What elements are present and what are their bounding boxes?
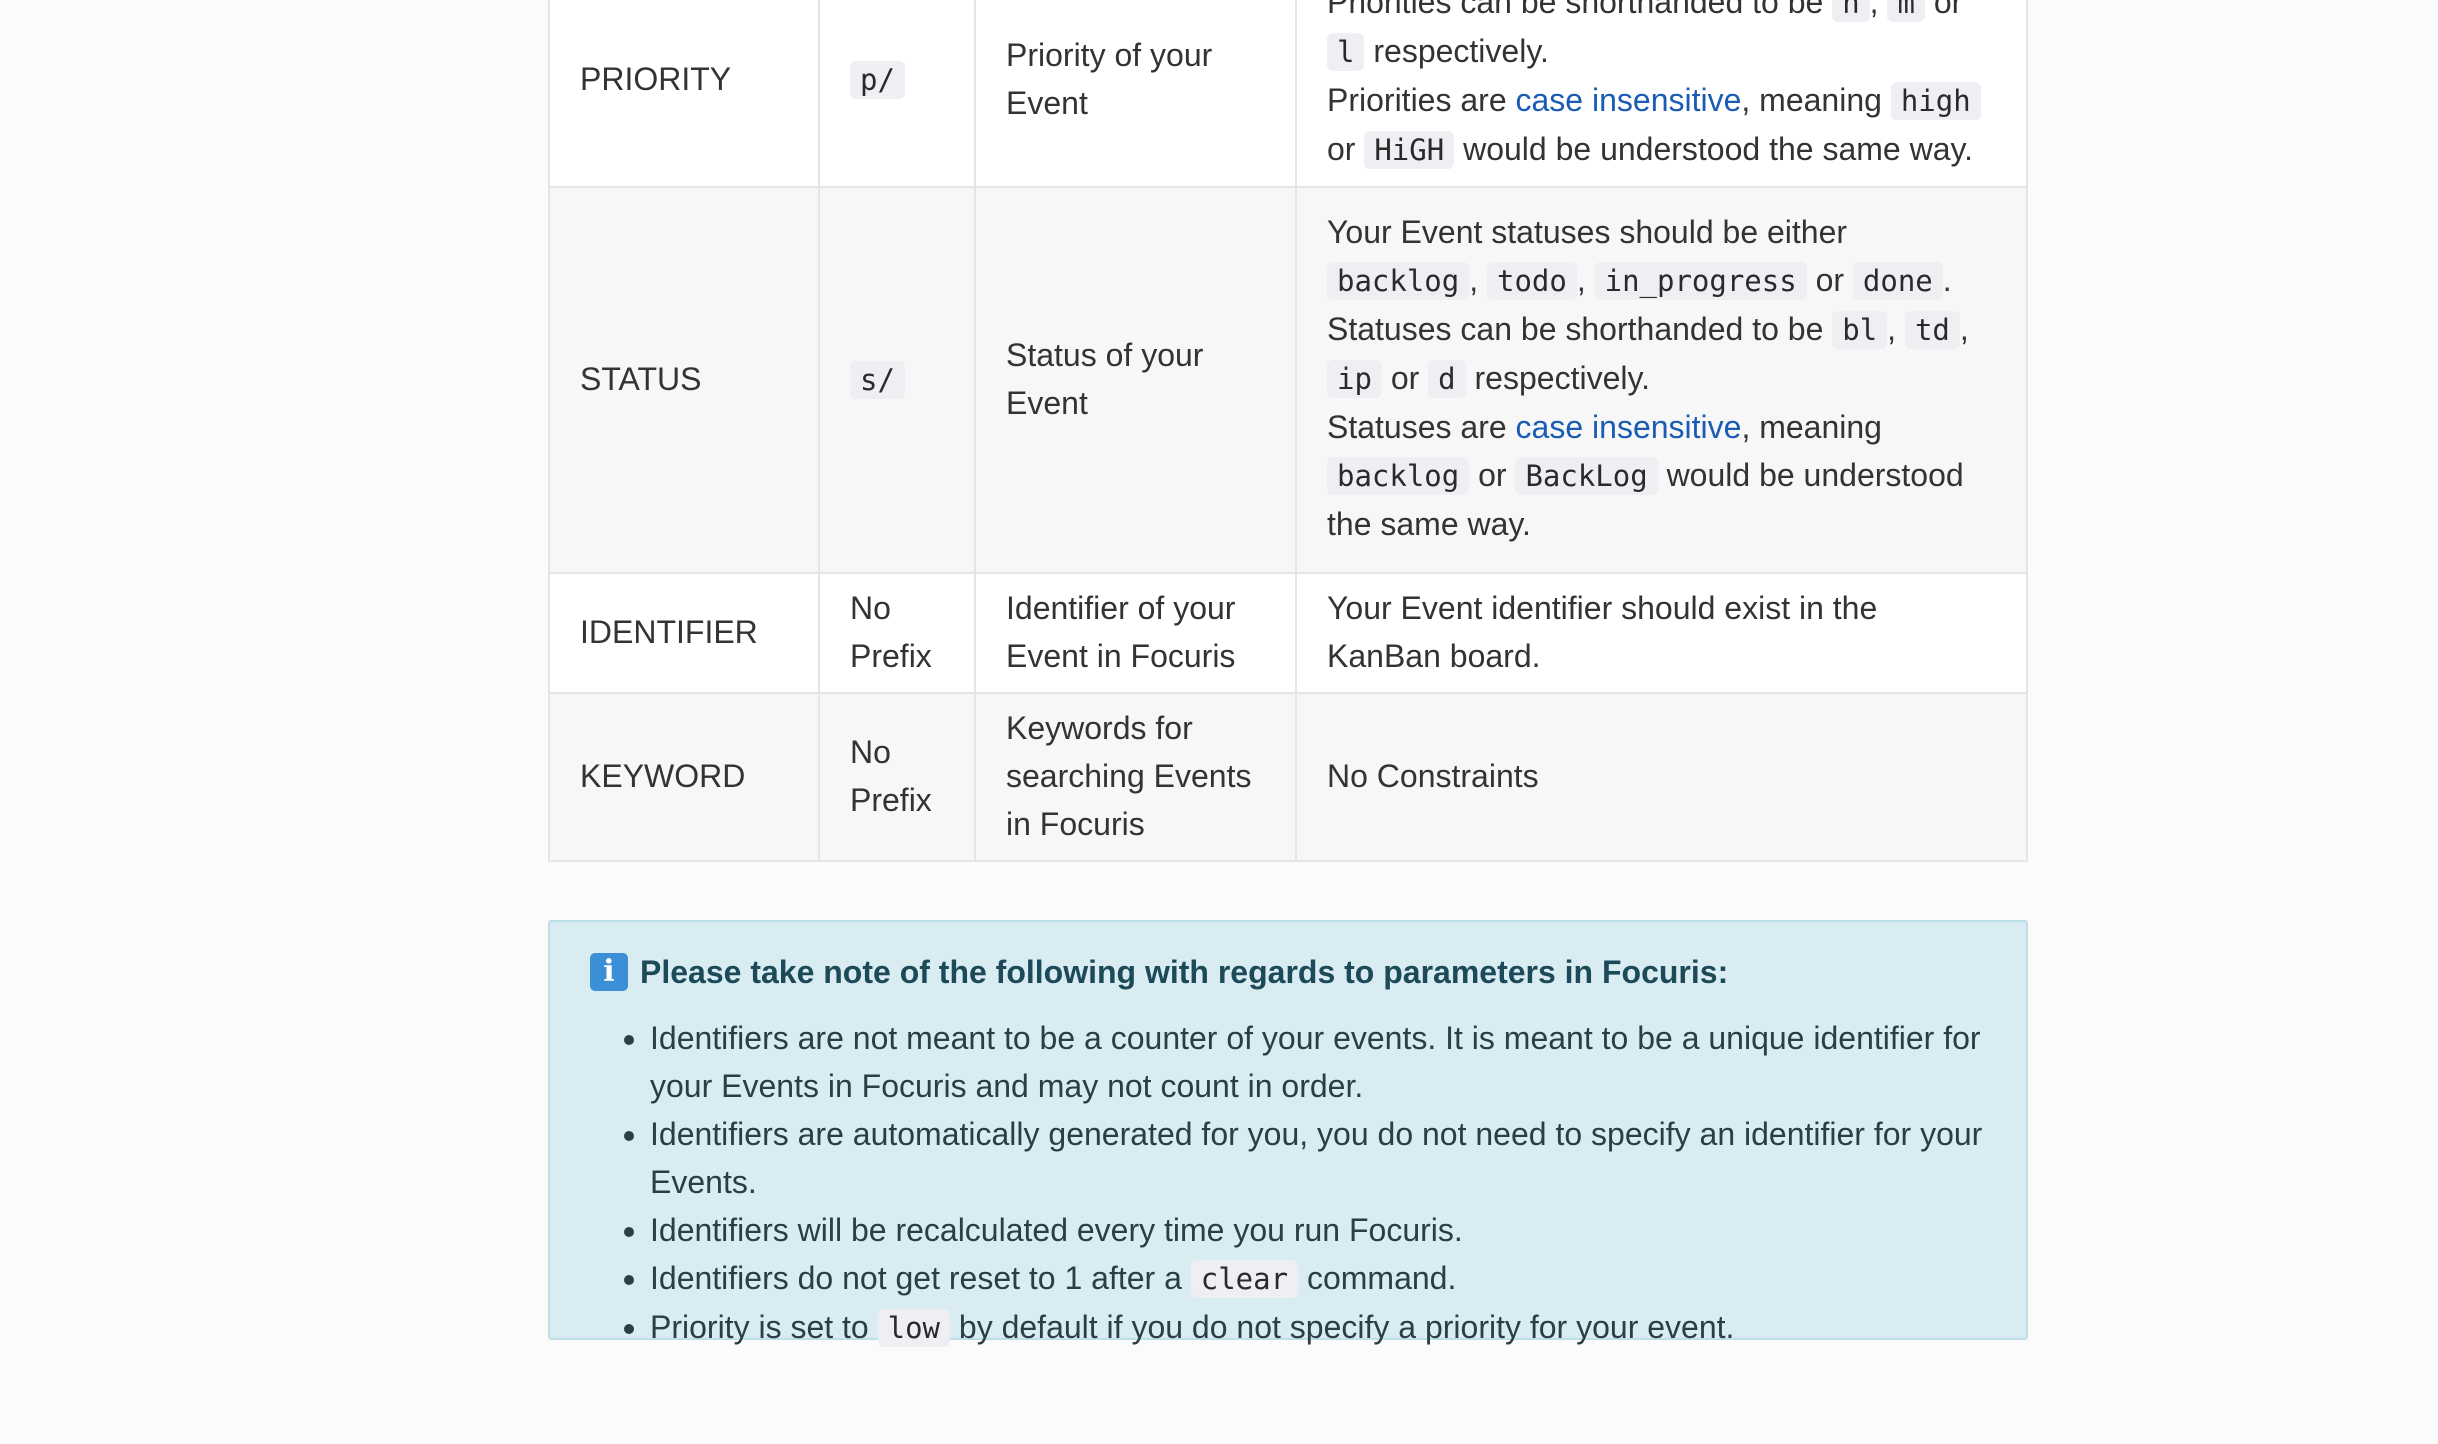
inline-code: todo — [1487, 262, 1577, 300]
parameter-meaning: Identifier of your Event in Focuris — [974, 572, 1297, 694]
inline-code: ip — [1327, 360, 1382, 398]
list-item: Identifiers do not get reset to 1 after … — [650, 1254, 1986, 1303]
constraint-line: Priorities are case insensitive, meaning… — [1327, 76, 1996, 174]
parameter-name: KEYWORD — [548, 692, 820, 862]
table-row-identifier: IDENTIFIER No Prefix Identifier of your … — [548, 572, 2028, 694]
inline-code: done — [1852, 262, 1943, 300]
list-item: Identifiers are not meant to be a counte… — [650, 1014, 1986, 1110]
constraint-line: Priorities can be shorthanded to be h, m… — [1327, 0, 1996, 76]
callout-list: Identifiers are not meant to be a counte… — [590, 1014, 1986, 1352]
parameter-constraints: Your Event statuses should be either bac… — [1295, 186, 2028, 574]
parameter-prefix: p/ — [818, 0, 976, 188]
constraint-text: respectively. — [1364, 33, 1549, 69]
inline-code: BackLog — [1515, 457, 1658, 495]
constraint-text: Statuses can be shorthanded to be — [1327, 311, 1833, 347]
constraint-text: , — [1469, 262, 1487, 298]
parameter-prefix: s/ — [818, 186, 976, 574]
parameter-name: IDENTIFIER — [548, 572, 820, 694]
constraint-text: Statuses are — [1327, 409, 1516, 445]
case-insensitive-link[interactable]: case insensitive — [1516, 82, 1742, 118]
constraint-line: Your Event statuses should be either bac… — [1327, 208, 1996, 305]
prefix-code: s/ — [850, 360, 905, 399]
page-content: PRIORITY p/ Priority of your Event Prior… — [548, 0, 2028, 1347]
parameter-meaning: Status of your Event — [974, 186, 1297, 574]
parameter-name: PRIORITY — [548, 0, 820, 188]
list-item-text: by default if you do not specify a prior… — [950, 1309, 1735, 1345]
table-row-status: STATUS s/ Status of your Event Your Even… — [548, 186, 2028, 574]
inline-code: backlog — [1327, 457, 1470, 495]
info-callout: i Please take note of the following with… — [548, 920, 2028, 1347]
parameter-constraints: No Constraints — [1295, 692, 2028, 862]
constraint-text: . — [1942, 262, 1952, 298]
list-item: Priority is set to low by default if you… — [650, 1303, 1986, 1352]
constraint-text: would be understood the same way. — [1454, 131, 1974, 167]
parameter-meaning: Priority of your Event — [974, 0, 1297, 188]
constraint-text: or — [1381, 360, 1429, 396]
constraint-text: respectively. — [1465, 360, 1650, 396]
inline-code: low — [877, 1309, 950, 1347]
callout-title-text: Please take note of the following with r… — [640, 954, 1729, 990]
inline-code: m — [1887, 0, 1925, 22]
inline-code: in_progress — [1594, 262, 1807, 300]
constraint-text: , meaning — [1741, 82, 1891, 118]
inline-code: l — [1327, 33, 1365, 71]
constraint-text: Priorities are — [1327, 82, 1516, 118]
inline-code: bl — [1832, 311, 1888, 349]
callout-title: i Please take note of the following with… — [590, 948, 1986, 996]
parameter-meaning: Keywords for searching Events in Focuris — [974, 692, 1297, 862]
parameter-constraints: Your Event identifier should exist in th… — [1295, 572, 2028, 694]
constraint-text: or — [1469, 457, 1516, 493]
constraint-text: , — [1959, 311, 1969, 347]
constraint-line: Statuses can be shorthanded to be bl, td… — [1327, 305, 1996, 403]
list-item: Identifiers are automatically generated … — [650, 1110, 1986, 1206]
constraint-text: or — [1806, 262, 1853, 298]
inline-code: high — [1890, 82, 1981, 120]
table-row-priority: PRIORITY p/ Priority of your Event Prior… — [548, 0, 2028, 188]
constraint-text: or — [1327, 131, 1365, 167]
constraint-text: , — [1887, 311, 1905, 347]
constraint-text: Your Event statuses should be either — [1327, 214, 1848, 250]
constraint-text: , meaning — [1741, 409, 1882, 445]
constraint-text: or — [1924, 0, 1963, 20]
inline-code: td — [1904, 311, 1960, 349]
parameter-constraints: Priorities can be shorthanded to be h, m… — [1295, 0, 2028, 188]
inline-code: clear — [1190, 1260, 1299, 1298]
inline-code: h — [1832, 0, 1870, 22]
constraint-line: Statuses are case insensitive, meaning b… — [1327, 403, 1996, 548]
constraint-text: , — [1869, 0, 1888, 20]
table-row-keyword: KEYWORD No Prefix Keywords for searching… — [548, 692, 2028, 862]
inline-code: HiGH — [1364, 131, 1455, 169]
list-item-text: Priority is set to — [650, 1309, 878, 1345]
case-insensitive-link[interactable]: case insensitive — [1516, 409, 1742, 445]
prefix-code: p/ — [850, 60, 905, 99]
parameters-table: PRIORITY p/ Priority of your Event Prior… — [548, 0, 2028, 862]
list-item-text: command. — [1298, 1260, 1457, 1296]
constraint-text: , — [1576, 262, 1595, 298]
inline-code: d — [1428, 360, 1466, 398]
list-item: Identifiers will be recalculated every t… — [650, 1206, 1986, 1254]
parameter-prefix: No Prefix — [818, 692, 976, 862]
info-icon: i — [590, 953, 628, 991]
constraint-text: Priorities can be shorthanded to be — [1327, 0, 1833, 20]
parameter-name: STATUS — [548, 186, 820, 574]
inline-code: backlog — [1327, 262, 1470, 300]
parameter-prefix: No Prefix — [818, 572, 976, 694]
list-item-text: Identifiers do not get reset to 1 after … — [650, 1260, 1191, 1296]
